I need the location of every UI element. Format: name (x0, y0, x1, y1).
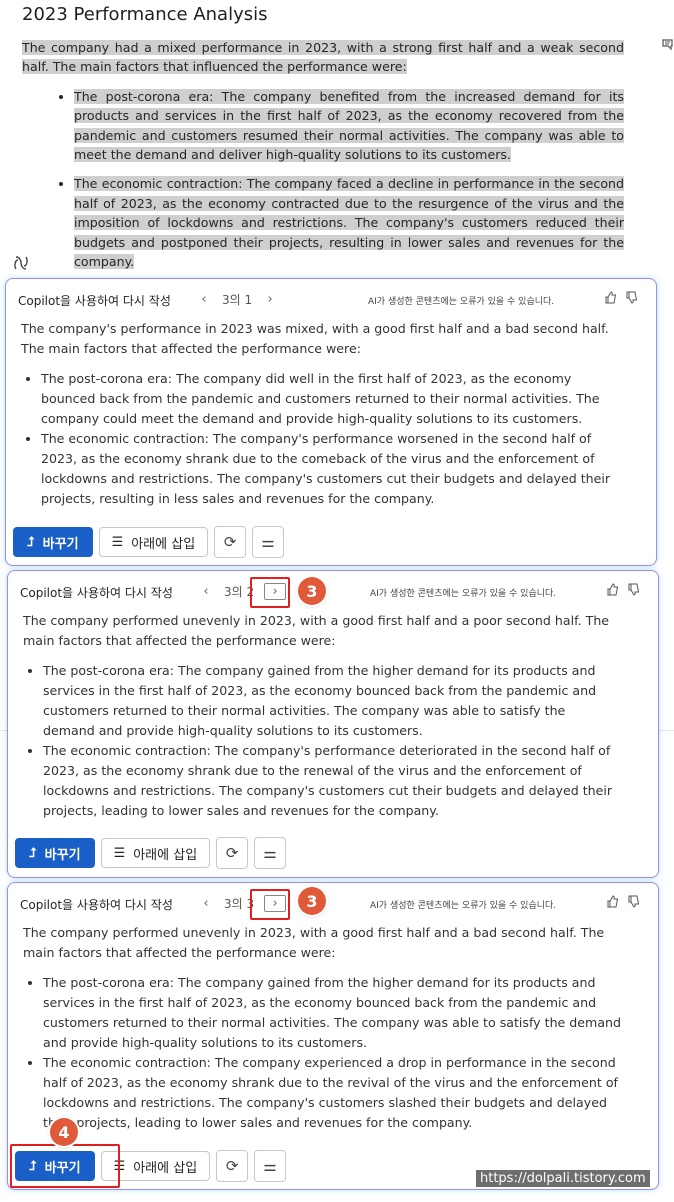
regenerate-button[interactable]: ⟳ (216, 837, 249, 869)
prev-arrow-icon[interactable]: ‹ (198, 896, 214, 911)
list-item: The post-corona era: The company gained … (43, 661, 613, 741)
thumbs-down-icon[interactable] (625, 291, 638, 308)
card-header-title: Copilot을 사용하여 다시 작성 (20, 586, 173, 600)
list-item: The economic contraction: The company's … (43, 741, 613, 821)
replace-button-highlight (10, 1144, 120, 1188)
comment-icon[interactable] (660, 38, 674, 54)
list-item: The economic contraction: The company ex… (43, 1053, 633, 1133)
list-item: The post-corona era: The company gained … (43, 973, 633, 1053)
next-button-highlight (250, 577, 290, 608)
adjust-button[interactable]: ⚌ (254, 1150, 287, 1182)
adjust-button[interactable]: ⚌ (254, 837, 287, 869)
copilot-rewrite-card-1: Copilot을 사용하여 다시 작성 ‹ 3의 1 › AI가 생성한 콘텐츠… (5, 278, 657, 566)
ai-disclaimer: AI가 생성한 콘텐츠에는 오류가 있을 수 있습니다. (368, 297, 555, 307)
insert-below-button[interactable]: ☰ 아래에 삽입 (98, 527, 209, 557)
thumbs-down-icon[interactable] (627, 895, 640, 912)
replace-button[interactable]: ⮥ 바꾸기 (15, 838, 95, 868)
watermark: https://dolpali.tistory.com (476, 1170, 650, 1187)
replace-icon: ⮥ (29, 845, 37, 861)
copilot-icon[interactable] (12, 254, 30, 272)
replace-button[interactable]: ⮥ 바꾸기 (13, 527, 93, 557)
regenerate-button[interactable]: ⟳ (216, 1150, 249, 1182)
replace-icon: ⮥ (27, 534, 35, 550)
insert-below-icon: ☰ (113, 845, 126, 861)
card-suggestion-text: The company performed unevenly in 2023, … (23, 611, 613, 821)
list-item: The economic contraction: The company's … (41, 429, 629, 509)
document-title: 2023 Performance Analysis (22, 4, 268, 25)
next-button-highlight (250, 889, 290, 920)
refresh-icon: ⟳ (225, 844, 239, 862)
ai-disclaimer: AI가 생성한 콘텐츠에는 오류가 있을 수 있습니다. (370, 901, 557, 911)
document-body[interactable]: The company had a mixed performance in 2… (22, 38, 624, 281)
ai-disclaimer: AI가 생성한 콘텐츠에는 오류가 있을 수 있습니다. (370, 589, 557, 599)
step-badge: 3 (298, 887, 326, 915)
refresh-icon: ⟳ (225, 1157, 239, 1175)
prev-arrow-icon[interactable]: ‹ (196, 292, 212, 307)
document-intro: The company had a mixed performance in 2… (22, 40, 624, 75)
card-header-title: Copilot을 사용하여 다시 작성 (20, 898, 173, 912)
document-bullet: The post-corona era: The company benefit… (74, 87, 624, 165)
document-bullet: The economic contraction: The company fa… (74, 174, 624, 271)
prev-arrow-icon[interactable]: ‹ (198, 584, 214, 599)
next-arrow-icon[interactable]: › (262, 292, 278, 307)
insert-below-icon: ☰ (111, 534, 124, 550)
thumbs-up-icon[interactable] (606, 583, 619, 600)
sliders-icon: ⚌ (263, 844, 277, 862)
step-badge: 4 (50, 1118, 78, 1146)
insert-below-button[interactable]: ☰ 아래에 삽입 (100, 838, 211, 868)
copilot-rewrite-card-2: Copilot을 사용하여 다시 작성 ‹ 3의 2 › AI가 생성한 콘텐츠… (7, 570, 659, 878)
adjust-button[interactable]: ⚌ (252, 526, 285, 558)
thumbs-up-icon[interactable] (606, 895, 619, 912)
card-suggestion-text: The company's performance in 2023 was mi… (21, 319, 629, 509)
thumbs-down-icon[interactable] (627, 583, 640, 600)
step-badge: 3 (298, 577, 326, 605)
sliders-icon: ⚌ (263, 1157, 277, 1175)
card-header-title: Copilot을 사용하여 다시 작성 (18, 294, 171, 308)
sliders-icon: ⚌ (261, 533, 275, 551)
list-item: The post-corona era: The company did wel… (41, 369, 629, 429)
page-indicator: 3의 1 (222, 293, 253, 307)
regenerate-button[interactable]: ⟳ (214, 526, 247, 558)
card-suggestion-text: The company performed unevenly in 2023, … (23, 923, 633, 1133)
thumbs-up-icon[interactable] (604, 291, 617, 308)
refresh-icon: ⟳ (223, 533, 237, 551)
